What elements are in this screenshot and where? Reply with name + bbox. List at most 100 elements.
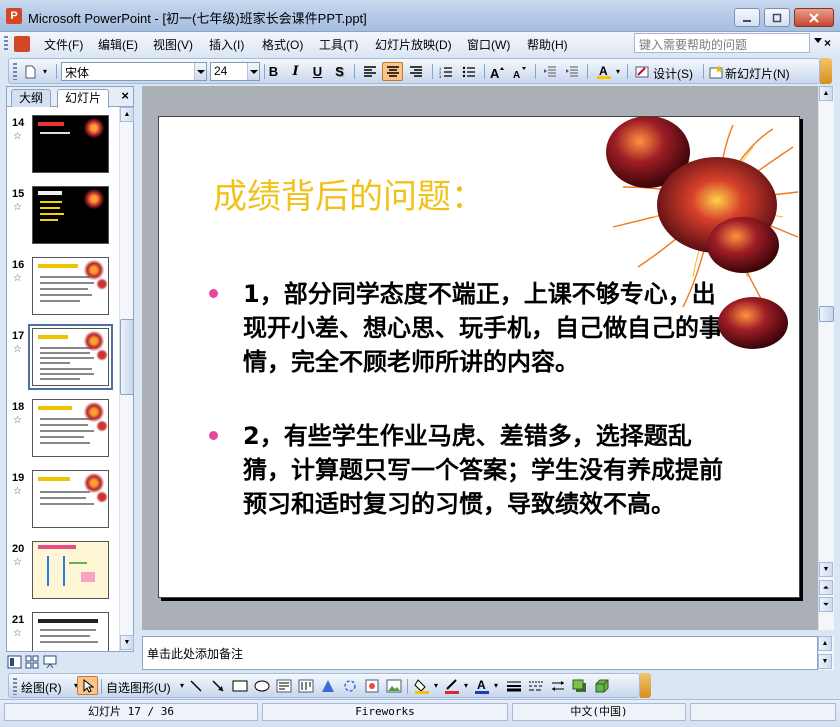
- fill-color-button[interactable]: [411, 676, 432, 695]
- powerpoint-app-icon[interactable]: P: [6, 8, 22, 24]
- menu-insert[interactable]: 插入(I): [209, 36, 244, 53]
- decrease-font-button[interactable]: A: [509, 62, 530, 81]
- restore-button[interactable]: [764, 8, 790, 27]
- scroll-down-button[interactable]: ▼: [120, 635, 134, 650]
- textbox-tool-button[interactable]: [273, 676, 294, 695]
- slideshow-view-icon[interactable]: [43, 655, 57, 669]
- panel-close-button[interactable]: ×: [121, 88, 129, 103]
- draw-font-color-dropdown[interactable]: ▾: [491, 676, 501, 695]
- scroll-down-button[interactable]: ▼: [819, 562, 833, 577]
- select-objects-button[interactable]: [77, 676, 98, 695]
- new-document-button[interactable]: [19, 62, 40, 81]
- new-doc-dropdown[interactable]: ▾: [39, 62, 51, 81]
- shadow-button[interactable]: S: [329, 62, 350, 81]
- next-slide-button[interactable]: ⏷: [819, 597, 833, 612]
- font-name-dropdown-icon[interactable]: [194, 63, 206, 80]
- menu-window[interactable]: 窗口(W): [467, 36, 510, 53]
- slide-thumbnail-15[interactable]: 15 ☆: [7, 186, 119, 252]
- scroll-up-button[interactable]: ▲: [120, 107, 134, 122]
- font-size-dropdown-icon[interactable]: [247, 63, 259, 80]
- drawing-toolbar-options-icon[interactable]: [640, 673, 651, 698]
- slide-thumbnail-17[interactable]: 17 ☆: [7, 324, 119, 394]
- shadow-style-button[interactable]: [569, 676, 590, 695]
- align-center-button[interactable]: [382, 62, 403, 81]
- new-slide-icon-wrap[interactable]: [707, 62, 725, 81]
- draw-menu-button[interactable]: 绘图(R): [21, 679, 62, 696]
- align-left-button[interactable]: [359, 62, 380, 81]
- tab-slides[interactable]: 幻灯片: [57, 89, 110, 108]
- help-search-input[interactable]: 键入需要帮助的问题: [634, 33, 810, 53]
- menu-help[interactable]: 帮助(H): [527, 36, 568, 53]
- slide-thumbnail-16[interactable]: 16 ☆: [7, 257, 119, 323]
- notes-pane[interactable]: 单击此处添加备注: [142, 636, 818, 670]
- diagram-button[interactable]: [339, 676, 360, 695]
- toolbar-grip[interactable]: [13, 678, 17, 695]
- insert-picture-button[interactable]: [383, 676, 404, 695]
- bold-button[interactable]: B: [263, 62, 284, 81]
- menu-slideshow[interactable]: 幻灯片放映(D): [375, 36, 452, 53]
- autoshapes-button[interactable]: 自选图形(U): [106, 679, 171, 696]
- font-size-combo[interactable]: 24: [210, 62, 260, 81]
- underline-button[interactable]: U: [307, 62, 328, 81]
- bullets-button[interactable]: [458, 62, 479, 81]
- slide-title[interactable]: 成绩背后的问题：: [213, 169, 485, 218]
- font-color-dropdown[interactable]: ▾: [613, 62, 623, 81]
- design-button-icon-wrap[interactable]: [633, 62, 651, 81]
- slide-scrollbar[interactable]: ▲ ▼ ⏶ ⏷: [818, 86, 834, 630]
- arrow-style-button[interactable]: [547, 676, 568, 695]
- decrease-indent-button[interactable]: [539, 62, 560, 81]
- scroll-thumb[interactable]: [120, 319, 134, 395]
- fill-color-dropdown[interactable]: ▾: [431, 676, 441, 695]
- design-button[interactable]: 设计(S): [653, 65, 693, 82]
- clipart-button[interactable]: [361, 676, 382, 695]
- close-document-button[interactable]: ×: [824, 36, 831, 50]
- italic-button[interactable]: I: [285, 62, 306, 81]
- scroll-up-button[interactable]: ▲: [819, 86, 833, 101]
- menu-view[interactable]: 视图(V): [153, 36, 193, 53]
- tab-outline[interactable]: 大纲: [11, 89, 52, 107]
- normal-view-icon[interactable]: [7, 655, 22, 669]
- new-slide-button[interactable]: 新幻灯片(N): [725, 65, 790, 82]
- notes-scrollbar[interactable]: ▲ ▼: [818, 636, 834, 670]
- increase-indent-button[interactable]: [561, 62, 582, 81]
- scroll-thumb[interactable]: [819, 306, 834, 322]
- line-style-button[interactable]: [503, 676, 524, 695]
- previous-slide-button[interactable]: ⏶: [819, 580, 833, 595]
- arrow-tool-button[interactable]: [207, 676, 228, 695]
- slide-thumbnail-14[interactable]: 14 ☆: [7, 115, 119, 181]
- menu-grip[interactable]: [4, 36, 8, 52]
- draw-font-color-button[interactable]: A: [471, 676, 492, 695]
- font-color-button[interactable]: A: [593, 62, 614, 81]
- document-icon[interactable]: [14, 36, 30, 52]
- scroll-up-button[interactable]: ▲: [818, 636, 832, 651]
- slide-thumbnail-20[interactable]: 20 ☆: [7, 541, 119, 607]
- toolbar-options-icon[interactable]: [820, 58, 832, 84]
- scroll-down-button[interactable]: ▼: [818, 654, 832, 669]
- line-color-button[interactable]: [441, 676, 462, 695]
- slide-sorter-view-icon[interactable]: [25, 655, 39, 669]
- menu-tools[interactable]: 工具(T): [319, 36, 358, 53]
- line-color-dropdown[interactable]: ▾: [461, 676, 471, 695]
- numbering-button[interactable]: 123: [435, 62, 456, 81]
- slide-thumbnail-21[interactable]: 21 ☆: [7, 612, 119, 651]
- font-name-combo[interactable]: 宋体: [61, 62, 207, 81]
- menu-file[interactable]: 文件(F): [44, 36, 83, 53]
- menu-edit[interactable]: 编辑(E): [98, 36, 138, 53]
- slide-bullet-2[interactable]: 2，有些学生作业马虎、差错多，选择题乱猜，计算题只写一个答案；学生没有养成提前预…: [243, 419, 731, 521]
- dash-style-button[interactable]: [525, 676, 546, 695]
- thumbnail-scrollbar[interactable]: ▲ ▼: [119, 107, 134, 651]
- current-slide[interactable]: 成绩背后的问题： 1，部分同学态度不端正，上课不够专心，出现开小差、想心思、玩手…: [158, 116, 800, 598]
- help-dropdown-icon[interactable]: [814, 38, 822, 43]
- oval-tool-button[interactable]: [251, 676, 272, 695]
- align-right-button[interactable]: [405, 62, 426, 81]
- slide-thumbnail-19[interactable]: 19 ☆: [7, 470, 119, 536]
- menu-format[interactable]: 格式(O): [262, 36, 303, 53]
- 3d-style-button[interactable]: [591, 676, 612, 695]
- increase-font-button[interactable]: A: [487, 62, 508, 81]
- line-tool-button[interactable]: [185, 676, 206, 695]
- vertical-textbox-button[interactable]: [295, 676, 316, 695]
- minimize-button[interactable]: [734, 8, 760, 27]
- toolbar-grip[interactable]: [13, 63, 17, 80]
- wordart-button[interactable]: [317, 676, 338, 695]
- slide-thumbnail-18[interactable]: 18 ☆: [7, 399, 119, 465]
